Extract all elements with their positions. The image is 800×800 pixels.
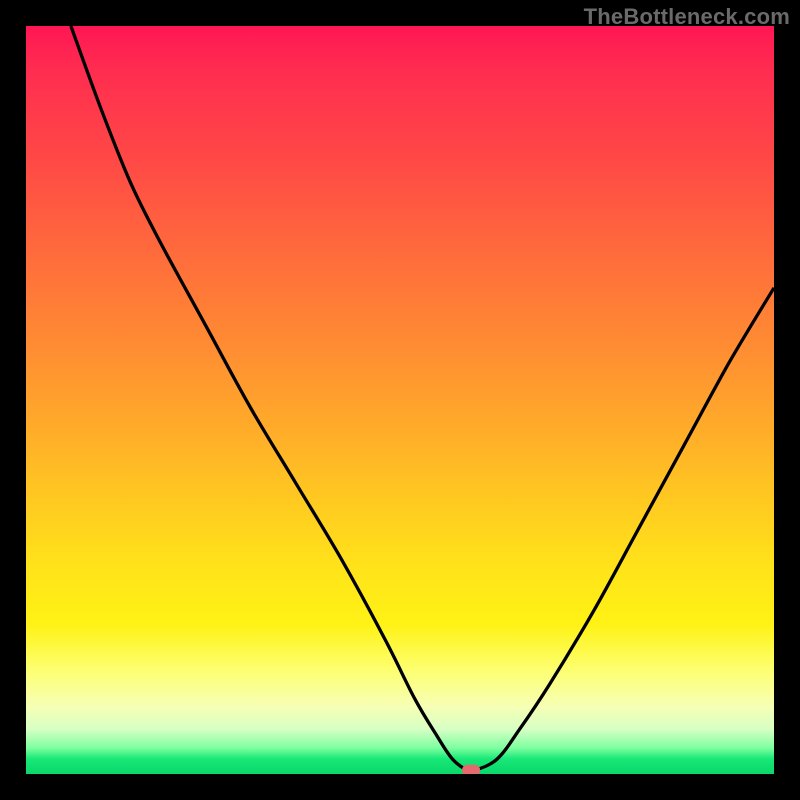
- plot-area: [26, 26, 774, 774]
- chart-frame: TheBottleneck.com: [0, 0, 800, 800]
- bottleneck-curve-path: [71, 26, 774, 772]
- optimum-marker: [462, 765, 480, 774]
- bottleneck-curve: [26, 26, 774, 774]
- watermark-label: TheBottleneck.com: [584, 4, 790, 30]
